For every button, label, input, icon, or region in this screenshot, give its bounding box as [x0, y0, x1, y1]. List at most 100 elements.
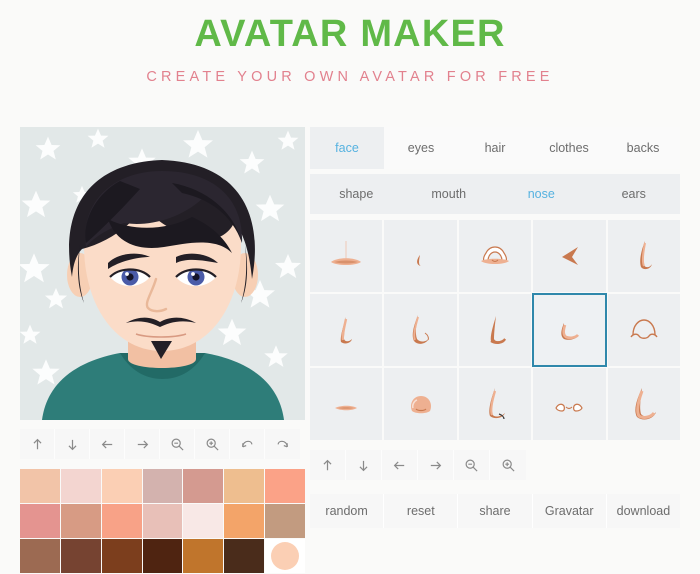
nose-option-5[interactable]: [607, 220, 680, 292]
color-swatch[interactable]: [265, 469, 305, 503]
zoom-out-icon: [170, 437, 185, 452]
move-right-button[interactable]: [125, 429, 160, 459]
share-button[interactable]: share: [458, 494, 533, 528]
move-left-button[interactable]: [90, 429, 125, 459]
zoom-in-button[interactable]: [195, 429, 230, 459]
nose-option-4[interactable]: [533, 220, 606, 292]
color-swatch[interactable]: [265, 504, 305, 538]
nose-shape-icon: [335, 405, 358, 411]
item-move-right-button[interactable]: [418, 450, 454, 480]
current-color-dot: [271, 542, 300, 570]
tab-backs[interactable]: backs: [606, 127, 680, 169]
nose-option-11[interactable]: [310, 368, 383, 440]
zoom-out-button[interactable]: [160, 429, 195, 459]
color-swatch[interactable]: [20, 469, 60, 503]
page-header: AVATAR MAKER CREATE YOUR OWN AVATAR FOR …: [0, 0, 700, 85]
color-swatch[interactable]: [183, 469, 224, 503]
tab-label: eyes: [407, 141, 435, 155]
item-move-down-button[interactable]: [346, 450, 382, 480]
arrow-left-icon: [392, 458, 407, 473]
color-swatch[interactable]: [20, 539, 60, 573]
category-tabs: face eyes hair clothes backs: [310, 127, 680, 169]
tab-label: clothes: [549, 141, 589, 155]
color-swatch[interactable]: [224, 469, 265, 503]
reset-button[interactable]: reset: [384, 494, 459, 528]
download-button[interactable]: download: [606, 494, 681, 528]
subtab-label: mouth: [431, 187, 467, 201]
move-up-button[interactable]: [20, 429, 55, 459]
nose-option-9[interactable]: [532, 293, 607, 367]
nose-shape-icon: [490, 316, 507, 344]
subtab-ears[interactable]: ears: [588, 174, 681, 214]
tab-label: backs: [626, 141, 660, 155]
subtab-shape[interactable]: shape: [310, 174, 403, 214]
color-swatch[interactable]: [142, 469, 183, 503]
arrow-up-icon: [30, 437, 45, 452]
item-zoom-out-button[interactable]: [454, 450, 490, 480]
arrow-up-icon: [320, 458, 335, 473]
color-swatch[interactable]: [224, 504, 265, 538]
avatar-toolbar: [20, 429, 305, 459]
action-buttons: random reset share Gravatar download: [310, 494, 681, 528]
nose-option-10[interactable]: [607, 294, 680, 366]
color-swatch[interactable]: [101, 469, 142, 503]
action-label: Gravatar: [544, 504, 594, 518]
nose-option-12[interactable]: [384, 368, 457, 440]
gravatar-button[interactable]: Gravatar: [532, 494, 607, 528]
subcategory-tabs: shape mouth nose ears: [310, 174, 680, 214]
color-swatch[interactable]: [60, 469, 101, 503]
color-swatch[interactable]: [224, 539, 265, 573]
nose-option-1[interactable]: [310, 220, 383, 292]
subtab-mouth[interactable]: mouth: [403, 174, 496, 214]
skin-color-palette: [20, 469, 305, 573]
left-column: [0, 127, 305, 573]
nose-shape-icon: [416, 255, 421, 266]
action-label: random: [325, 504, 368, 518]
subtab-label: nose: [527, 187, 555, 201]
item-zoom-in-button[interactable]: [490, 450, 526, 480]
right-column: face eyes hair clothes backs shape mouth nose e…: [305, 127, 700, 573]
subtab-label: shape: [339, 187, 374, 201]
nose-option-8[interactable]: [458, 294, 532, 366]
redo-button[interactable]: [265, 429, 300, 459]
item-grid: [310, 220, 680, 440]
nose-shape-icon: [640, 241, 652, 270]
color-swatch[interactable]: [183, 504, 224, 538]
color-swatch[interactable]: [142, 504, 183, 538]
undo-button[interactable]: [230, 429, 265, 459]
nose-option-13[interactable]: [458, 368, 532, 440]
zoom-out-icon: [464, 458, 479, 473]
color-swatch[interactable]: [183, 539, 224, 573]
tab-eyes[interactable]: eyes: [384, 127, 458, 169]
nose-option-6[interactable]: [310, 294, 383, 366]
color-swatch[interactable]: [60, 539, 101, 573]
tab-hair[interactable]: hair: [458, 127, 532, 169]
zoom-in-icon: [205, 437, 220, 452]
color-swatch[interactable]: [101, 539, 142, 573]
item-move-left-button[interactable]: [382, 450, 418, 480]
nose-option-7[interactable]: [384, 294, 457, 366]
color-swatch[interactable]: [101, 504, 142, 538]
color-swatch[interactable]: [142, 539, 183, 573]
subtab-nose[interactable]: nose: [495, 174, 588, 214]
nose-shape-icon: [555, 403, 584, 412]
avatar-preview[interactable]: [20, 127, 305, 420]
arrow-left-icon: [100, 437, 115, 452]
color-swatch[interactable]: [60, 504, 101, 538]
nose-shape-icon: [340, 317, 353, 344]
current-color-indicator[interactable]: [265, 539, 305, 573]
random-button[interactable]: random: [310, 494, 385, 528]
nose-option-14[interactable]: [533, 368, 606, 440]
nose-shape-icon: [480, 246, 509, 264]
item-move-up-button[interactable]: [310, 450, 346, 480]
avatar-illustration: [20, 127, 305, 420]
nose-option-2[interactable]: [384, 220, 457, 292]
move-down-button[interactable]: [55, 429, 90, 459]
nose-option-3[interactable]: [458, 220, 532, 292]
color-swatch[interactable]: [20, 504, 60, 538]
page-subtitle: CREATE YOUR OWN AVATAR FOR FREE: [146, 68, 554, 85]
tab-face[interactable]: face: [310, 127, 384, 169]
tab-clothes[interactable]: clothes: [532, 127, 606, 169]
nose-option-15[interactable]: [607, 368, 680, 440]
action-label: download: [616, 504, 671, 518]
